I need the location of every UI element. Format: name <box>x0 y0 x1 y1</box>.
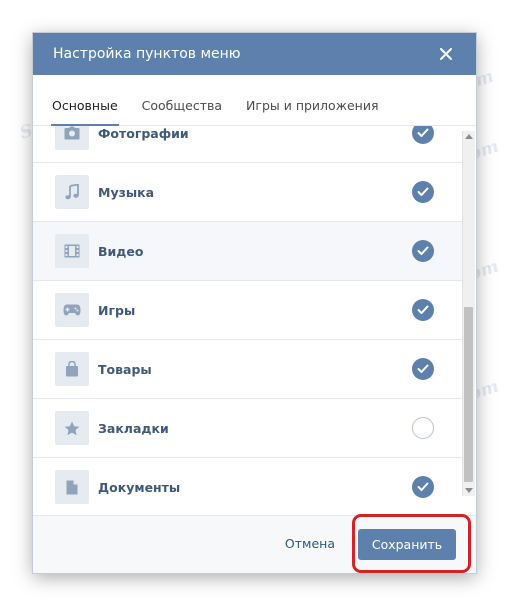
close-icon[interactable] <box>436 44 456 64</box>
checked-toggle[interactable] <box>412 358 434 380</box>
tab-main[interactable]: Основные <box>41 98 129 126</box>
star-icon <box>55 411 89 445</box>
document-icon <box>55 470 89 504</box>
tab-communities[interactable]: Сообщества <box>131 98 233 125</box>
checked-toggle[interactable] <box>412 299 434 321</box>
tab-bar: Основные Сообщества Игры и приложения <box>33 75 476 126</box>
item-label: Товары <box>98 361 152 377</box>
scrollbar[interactable] <box>462 131 475 496</box>
gamepad-icon <box>55 293 89 327</box>
list-item-photos[interactable]: Фотографии <box>33 126 464 163</box>
list-item-bookmarks[interactable]: Закладки <box>33 399 464 458</box>
tab-games-apps[interactable]: Игры и приложения <box>235 98 389 125</box>
menu-items-list: Фотографии Музыка Видео Игры Товары Закл… <box>33 126 476 516</box>
modal-title: Настройка пунктов меню <box>53 46 241 62</box>
scrollbar-thumb[interactable] <box>464 307 473 482</box>
checked-toggle[interactable] <box>412 240 434 262</box>
list-item-goods[interactable]: Товары <box>33 340 464 399</box>
item-label: Музыка <box>98 184 155 200</box>
scroll-down-arrow-icon[interactable] <box>465 488 473 493</box>
menu-settings-modal: Настройка пунктов меню Основные Сообщест… <box>33 33 476 573</box>
list-item-video[interactable]: Видео <box>33 222 464 281</box>
checked-toggle[interactable] <box>412 181 434 203</box>
checked-toggle[interactable] <box>412 126 434 144</box>
item-label: Фотографии <box>98 126 189 141</box>
item-label: Документы <box>98 479 181 495</box>
list-item-music[interactable]: Музыка <box>33 163 464 222</box>
save-button-highlight <box>352 514 471 573</box>
unchecked-toggle[interactable] <box>412 417 434 439</box>
item-label: Видео <box>98 243 144 259</box>
item-label: Игры <box>98 302 136 318</box>
list-item-documents[interactable]: Документы <box>33 458 464 516</box>
film-icon <box>55 234 89 268</box>
item-label: Закладки <box>98 420 169 436</box>
scroll-up-arrow-icon[interactable] <box>465 134 473 139</box>
camera-icon <box>55 126 89 150</box>
shopping-bag-icon <box>55 352 89 386</box>
cancel-button[interactable]: Отмена <box>285 536 335 551</box>
music-note-icon <box>55 175 89 209</box>
checked-toggle[interactable] <box>412 476 434 498</box>
list-item-games[interactable]: Игры <box>33 281 464 340</box>
modal-header: Настройка пунктов меню <box>33 33 476 75</box>
